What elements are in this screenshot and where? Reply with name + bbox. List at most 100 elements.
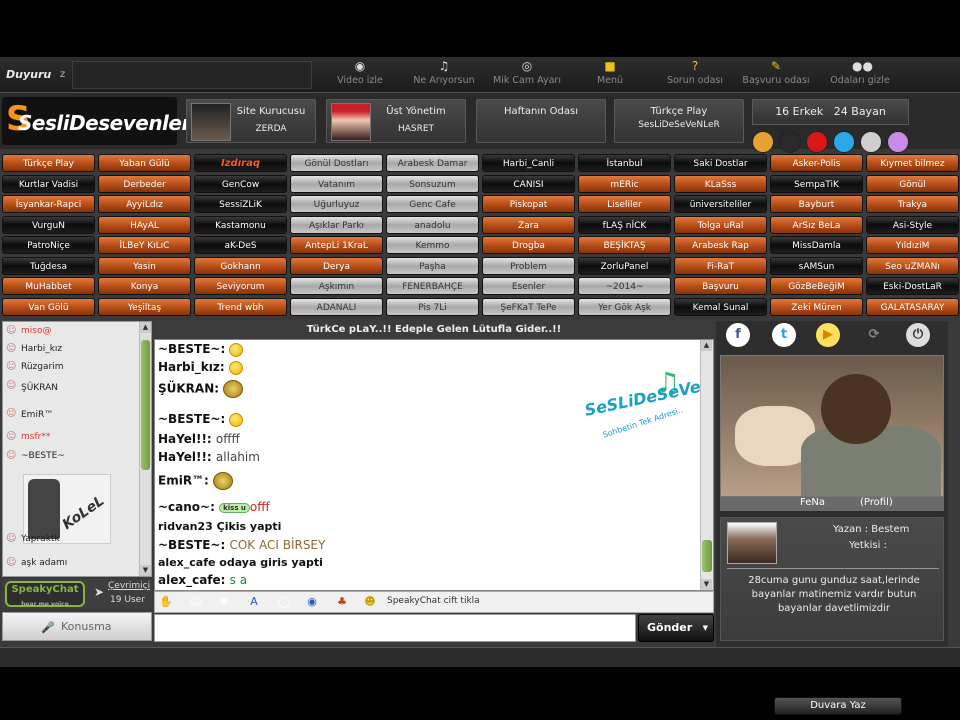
room-button[interactable]: SempaTiK xyxy=(770,174,863,193)
user-item[interactable]: aşk adamı xyxy=(21,554,67,572)
problem-room-button[interactable]: ? Sorun odası xyxy=(660,59,730,91)
application-room-button[interactable]: ✎ Başvuru odası xyxy=(738,59,814,91)
room-button[interactable]: Zara xyxy=(482,215,575,234)
user-item[interactable]: msfr** xyxy=(21,428,50,446)
speaky-icon[interactable]: ☻ xyxy=(363,595,377,609)
room-button[interactable]: Asi-Style xyxy=(866,215,959,234)
room-button[interactable]: İsyankar-Rapci xyxy=(2,195,95,213)
room-button[interactable]: Drogba xyxy=(482,236,575,254)
theme-color-red[interactable] xyxy=(806,131,828,153)
room-button[interactable]: üniversiteliler xyxy=(674,195,767,213)
room-button[interactable]: CANISI xyxy=(482,174,575,193)
room-button[interactable]: Yeşiltaş xyxy=(98,297,191,316)
mic-cam-settings-button[interactable]: ◎ Mik Cam Ayarı xyxy=(488,59,566,91)
emoticon-icon[interactable]: ☺ xyxy=(189,595,203,609)
power-icon[interactable]: ⏻ xyxy=(906,323,930,347)
scroll-thumb[interactable] xyxy=(702,540,712,572)
room-button[interactable]: Gönül xyxy=(866,174,959,193)
refresh-icon[interactable]: ⟳ xyxy=(862,323,886,347)
hand-icon[interactable]: ✋ xyxy=(159,595,173,609)
room-button[interactable]: Van Gölü xyxy=(2,297,95,316)
theme-color-black[interactable] xyxy=(779,131,801,153)
room-button[interactable]: fLAŞ nİCK xyxy=(578,215,671,234)
room-button[interactable]: Uğurluyuz xyxy=(290,195,383,213)
hide-rooms-button[interactable]: ●● Odaları gizle xyxy=(826,59,894,91)
scroll-up-icon[interactable]: ▲ xyxy=(140,322,151,333)
profile-photo[interactable] xyxy=(720,355,944,497)
video-button[interactable]: ◉ Video izle xyxy=(330,59,390,91)
room-button[interactable]: Tolga uRal xyxy=(674,215,767,234)
theme-color-silver[interactable] xyxy=(860,131,882,153)
room-button[interactable]: ADANALI xyxy=(290,297,383,316)
room-button[interactable]: Yasin xyxy=(98,256,191,275)
camera-icon[interactable]: ◉ xyxy=(305,595,319,609)
write-wall-button[interactable]: Duvara Yaz xyxy=(774,697,902,715)
room-button[interactable]: Derbeder xyxy=(98,174,191,193)
user-item[interactable]: miso@ xyxy=(21,322,51,340)
room-button[interactable]: İstanbul xyxy=(578,154,671,172)
site-logo[interactable]: S SesliDesevenler.Com xyxy=(2,97,243,145)
room-button[interactable]: Kıymet bilmez xyxy=(866,154,959,172)
room-button[interactable]: Genc Cafe xyxy=(386,195,479,213)
room-button[interactable]: Seviyorum xyxy=(194,277,287,295)
room-button[interactable]: Fi-RaT xyxy=(674,256,767,275)
room-of-week-box[interactable]: Haftanın Odası xyxy=(476,99,606,143)
featured-room-box[interactable]: Türkçe Play SesLiDeSeVeNLeR xyxy=(614,99,744,143)
room-button[interactable]: Eski-DostLaR xyxy=(866,277,959,295)
room-button[interactable]: BEŞİKTAŞ xyxy=(578,236,671,254)
room-button[interactable]: Kemmo xyxy=(386,236,479,254)
room-button[interactable]: Trakya xyxy=(866,195,959,213)
room-button[interactable]: Liseliler xyxy=(578,195,671,213)
ring-icon[interactable]: ◯ xyxy=(277,595,291,609)
font-icon[interactable]: A xyxy=(247,595,261,609)
room-button[interactable]: Kemal Sunal xyxy=(674,297,767,316)
room-button[interactable]: Yaban Gülü xyxy=(98,154,191,172)
user-item[interactable]: Harbi_kız xyxy=(21,340,62,358)
room-button[interactable]: Paşha xyxy=(386,256,479,275)
room-button[interactable]: VurguN xyxy=(2,215,95,234)
room-button[interactable]: Tuğdesa xyxy=(2,256,95,275)
gift-icon[interactable]: ❀ xyxy=(217,595,231,609)
room-button[interactable]: aK-DeS xyxy=(194,236,287,254)
room-button[interactable]: AntepLi 1KraL xyxy=(290,236,383,254)
scroll-up-icon[interactable]: ▲ xyxy=(701,340,712,351)
room-button[interactable]: ŞeFKaT TePe xyxy=(482,297,575,316)
theme-color-blue[interactable] xyxy=(833,131,855,153)
room-button[interactable]: Aşıklar Parkı xyxy=(290,215,383,234)
room-button[interactable]: MissDamla xyxy=(770,236,863,254)
founder-box[interactable]: Site Kurucusu ZERDA xyxy=(186,99,316,143)
room-button[interactable]: Aşkımın xyxy=(290,277,383,295)
room-button[interactable]: HAyAL xyxy=(98,215,191,234)
play-icon[interactable]: ▶ xyxy=(816,323,840,347)
user-list-scrollbar[interactable]: ▲ ▼ xyxy=(139,322,151,576)
talk-button[interactable]: 🎤 Konusma xyxy=(2,612,152,641)
room-button[interactable]: anadolu xyxy=(386,215,479,234)
room-button[interactable]: KLaSss xyxy=(674,174,767,193)
room-button[interactable]: Kurtlar Vadisi xyxy=(2,174,95,193)
room-button[interactable]: Problem xyxy=(482,256,575,275)
user-item[interactable]: ŞÜKRAN xyxy=(21,379,58,397)
room-button[interactable]: Harbi_Canli xyxy=(482,154,575,172)
room-button[interactable]: YıldıziM xyxy=(866,236,959,254)
room-button[interactable]: Seo uZMANı xyxy=(866,256,959,275)
menu-button[interactable]: ■ Menü xyxy=(590,59,630,91)
room-button[interactable]: Sonsuzum xyxy=(386,174,479,193)
profile-link[interactable]: (Profil) xyxy=(860,497,893,508)
speakychat-logo[interactable]: SpeakyChat hear me voice xyxy=(5,581,85,608)
room-button[interactable]: Yer Gök Aşk xyxy=(578,297,671,316)
room-button[interactable]: Vatanım xyxy=(290,174,383,193)
room-button[interactable]: İLBeY KıLıC xyxy=(98,236,191,254)
scroll-thumb[interactable] xyxy=(141,340,150,470)
room-button[interactable]: Konya xyxy=(98,277,191,295)
room-button[interactable]: sAMSun xyxy=(770,256,863,275)
theme-color-orange[interactable] xyxy=(752,131,774,153)
room-button[interactable]: Esenler xyxy=(482,277,575,295)
theme-color-purple[interactable] xyxy=(887,131,909,153)
room-button[interactable]: ZorluPanel xyxy=(578,256,671,275)
room-button[interactable]: GALATASARAY xyxy=(866,297,959,316)
room-button[interactable]: Pis 7Li xyxy=(386,297,479,316)
user-options-icon[interactable]: ♣ xyxy=(335,595,349,609)
user-item[interactable]: Yapraktk xyxy=(21,530,60,548)
room-button[interactable]: MuHabbet xyxy=(2,277,95,295)
room-button[interactable]: Bayburt xyxy=(770,195,863,213)
